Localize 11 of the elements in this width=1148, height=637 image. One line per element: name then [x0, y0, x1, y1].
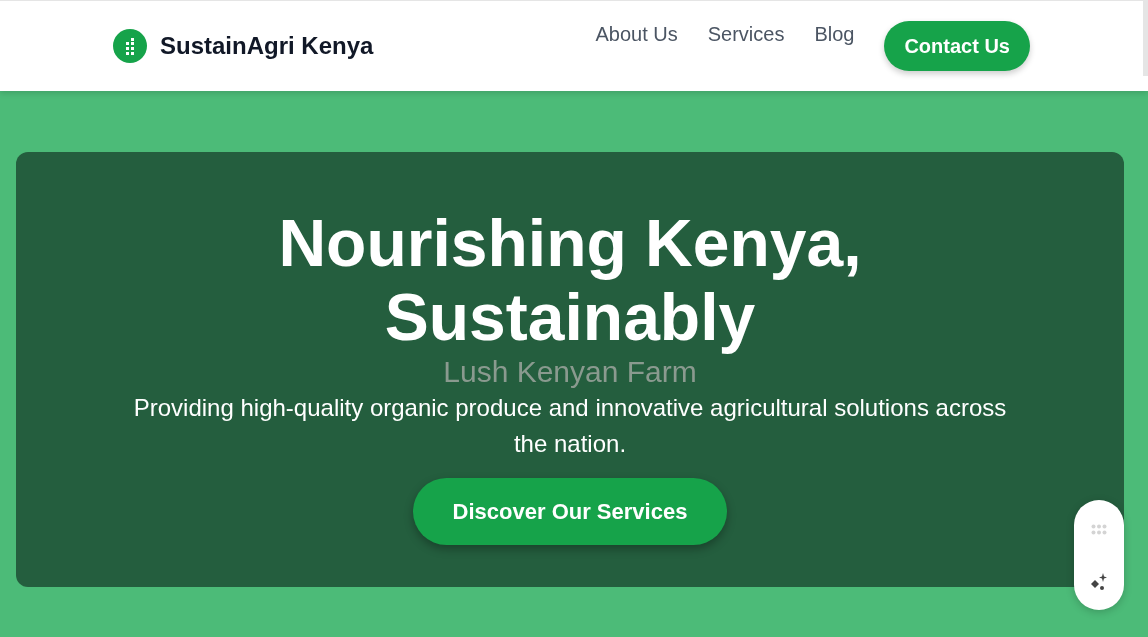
nav-link[interactable]: Blog [814, 23, 855, 46]
sparkle-icon[interactable] [1089, 572, 1109, 592]
drag-handle-icon[interactable] [1091, 524, 1107, 535]
nav-link[interactable]: Services [707, 23, 785, 46]
logo-icon [113, 29, 147, 63]
nav-link[interactable]: About Us [595, 23, 678, 46]
hero-subtitle: Providing high-quality organic produce and innovative agricultural solutions across the nation. [132, 393, 1008, 459]
hero-title: Nourishing Kenya, Sustainably [277, 206, 863, 354]
scrollbar[interactable] [1143, 0, 1148, 76]
brand-name[interactable]: SustainAgri Kenya [160, 32, 374, 60]
image-alt-text: Lush Kenyan Farm [443, 354, 697, 390]
